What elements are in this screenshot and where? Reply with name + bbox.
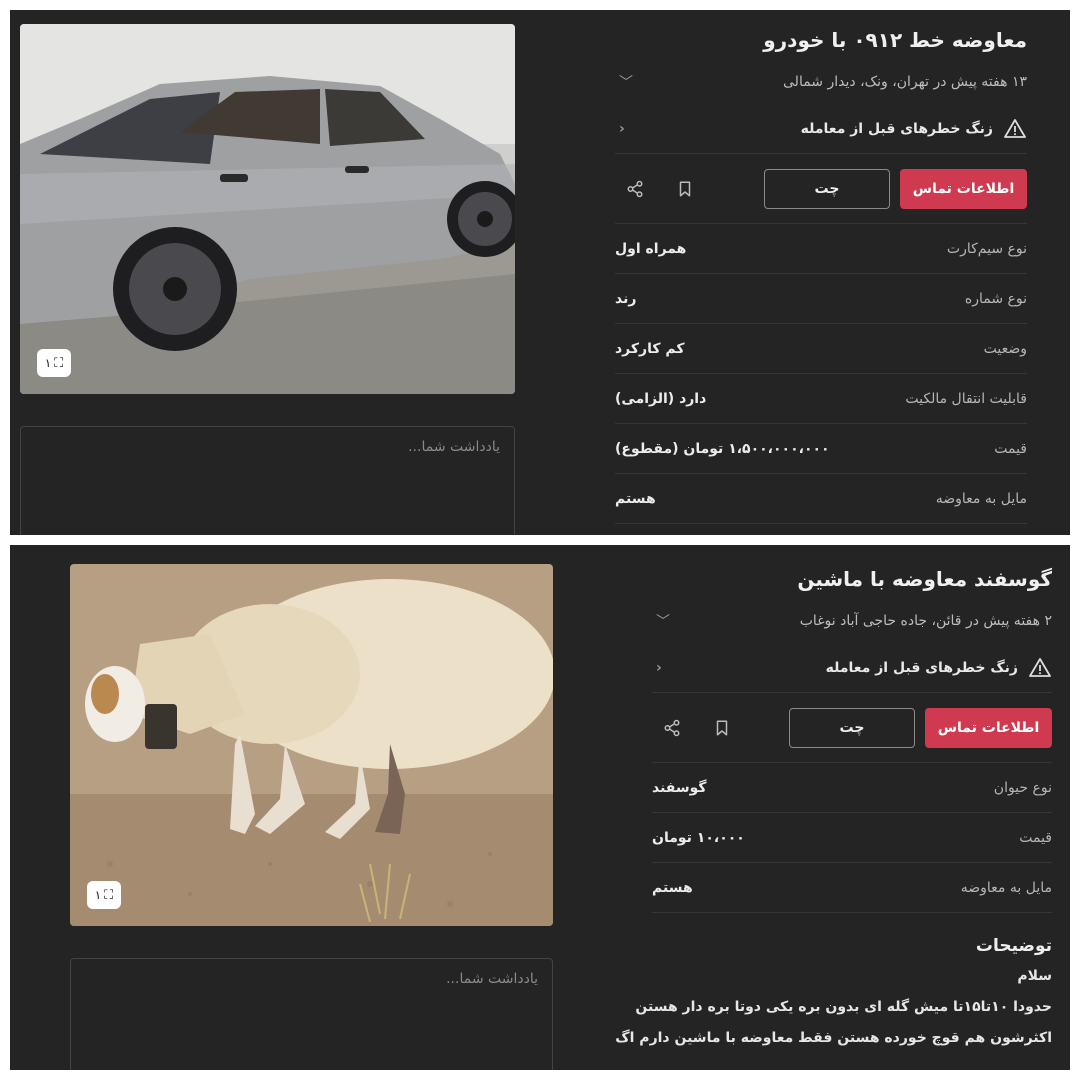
listing-meta: ۱۳ هفته پیش در تهران، ونک، دیدار شمالی <box>783 74 1027 90</box>
chat-button[interactable]: چت <box>789 707 915 748</box>
attribute-row: نوع حیوان گوسفند <box>652 763 1052 813</box>
attribute-key: قابلیت انتقال مالکیت <box>905 390 1027 407</box>
expand-icon: ⛶ <box>104 887 114 903</box>
sheep-photo-icon <box>70 564 553 926</box>
meta-row[interactable]: ۲ هفته پیش در قائن، جاده حاجی آباد نوغاب… <box>652 599 1052 643</box>
action-bar: اطلاعات تماس چت <box>615 154 1027 224</box>
chevron-down-icon[interactable]: ﹀ <box>615 72 633 92</box>
contact-info-button[interactable]: اطلاعات تماس <box>925 707 1052 748</box>
bookmark-button[interactable] <box>665 169 705 209</box>
listing-info: معاوضه خط ۰۹۱۲ با خودرو ۱۳ هفته پیش در ت… <box>615 24 1027 524</box>
chevron-left-icon: ‹ <box>656 659 662 676</box>
listing-title: معاوضه خط ۰۹۱۲ با خودرو <box>763 28 1027 52</box>
listing-photo[interactable]: ۱ ⛶ <box>70 564 553 926</box>
attribute-key: نوع شماره <box>964 290 1027 307</box>
attribute-row: نوع سیم‌کارت همراه اول <box>615 224 1027 274</box>
note-field[interactable] <box>20 426 515 535</box>
warning-label: زنگ خطرهای قبل از معامله <box>800 120 993 137</box>
share-icon <box>664 719 680 736</box>
warning-icon <box>1029 657 1051 677</box>
gallery-count: ۱ <box>94 888 102 902</box>
note-field[interactable] <box>70 958 553 1070</box>
description-line: حدودا ۱۰تا۱۵تا میش گله ای بدون بره یکی د… <box>635 999 1052 1015</box>
car-photo-icon <box>20 24 515 394</box>
attribute-value: کم کارکرد <box>615 340 685 357</box>
listing-meta: ۲ هفته پیش در قائن، جاده حاجی آباد نوغاب <box>799 613 1052 629</box>
action-bar: اطلاعات تماس چت <box>652 693 1052 763</box>
expand-icon: ⛶ <box>54 355 64 371</box>
chevron-left-icon: ‹ <box>619 120 625 137</box>
attribute-key: مایل به معاوضه <box>960 879 1052 896</box>
attribute-row: قیمت ۱،۵۰۰،۰۰۰،۰۰۰ تومان (مقطوع) <box>615 424 1027 474</box>
attribute-row: قیمت ۱۰،۰۰۰ تومان <box>652 813 1052 863</box>
note-input[interactable] <box>71 959 552 999</box>
attribute-row: وضعیت کم کارکرد <box>615 324 1027 374</box>
share-button[interactable] <box>652 708 692 748</box>
attribute-value: هستم <box>652 879 693 896</box>
bookmark-icon <box>679 181 691 196</box>
attribute-value: ۱،۵۰۰،۰۰۰،۰۰۰ تومان (مقطوع) <box>615 440 830 457</box>
attribute-row: نوع شماره رند <box>615 274 1027 324</box>
attribute-row: مایل به معاوضه هستم <box>652 863 1052 913</box>
warning-link[interactable]: زنگ خطرهای قبل از معامله ‹ <box>652 643 1052 693</box>
attribute-key: قیمت <box>1019 829 1052 846</box>
attribute-row: قابلیت انتقال مالکیت دارد (الزامی) <box>615 374 1027 424</box>
description-line: سلام <box>1017 968 1052 984</box>
attribute-key: نوع سیم‌کارت <box>946 240 1027 257</box>
warning-link[interactable]: زنگ خطرهای قبل از معامله ‹ <box>615 104 1027 154</box>
attribute-value: رند <box>615 290 637 307</box>
meta-row[interactable]: ۱۳ هفته پیش در تهران، ونک، دیدار شمالی ﹀ <box>615 60 1027 104</box>
listing-title: گوسفند معاوضه با ماشین <box>797 567 1052 591</box>
gallery-button[interactable]: ۱ ⛶ <box>87 881 121 909</box>
listing-panel-1: ۱ ⛶ معاوضه خط ۰۹۱۲ با خودرو ۱۳ هفته پیش … <box>10 10 1070 535</box>
attribute-key: مایل به معاوضه <box>935 490 1027 507</box>
attribute-row: مایل به معاوضه هستم <box>615 474 1027 524</box>
contact-info-button[interactable]: اطلاعات تماس <box>900 168 1027 209</box>
share-button[interactable] <box>615 169 655 209</box>
listing-panel-2: ۱ ⛶ گوسفند معاوضه با ماشین ۲ هفته پیش در… <box>10 545 1070 1070</box>
share-icon <box>627 180 643 197</box>
attribute-value: دارد (الزامی) <box>615 390 707 407</box>
description-line: اکثرشون هم قوچ خورده هستن فقط معاوضه با … <box>615 1030 1052 1046</box>
attribute-key: قیمت <box>994 440 1027 457</box>
bookmark-icon <box>716 720 728 735</box>
note-input[interactable] <box>21 427 514 467</box>
gallery-count: ۱ <box>44 356 52 370</box>
attribute-key: نوع حیوان <box>993 779 1052 796</box>
description-title: توضیحات <box>975 936 1052 956</box>
attribute-value: گوسفند <box>652 779 707 796</box>
attribute-value: ۱۰،۰۰۰ تومان <box>652 829 745 846</box>
chat-button[interactable]: چت <box>764 168 890 209</box>
attribute-key: وضعیت <box>983 340 1027 357</box>
warning-icon <box>1004 118 1026 138</box>
gallery-button[interactable]: ۱ ⛶ <box>37 349 71 377</box>
warning-label: زنگ خطرهای قبل از معامله <box>825 659 1018 676</box>
listing-info: گوسفند معاوضه با ماشین ۲ هفته پیش در قائ… <box>615 563 1052 1054</box>
listing-photo[interactable]: ۱ ⛶ <box>20 24 515 394</box>
bookmark-button[interactable] <box>702 708 742 748</box>
attribute-value: هستم <box>615 490 656 507</box>
chevron-down-icon[interactable]: ﹀ <box>652 611 670 631</box>
attribute-value: همراه اول <box>615 240 687 257</box>
